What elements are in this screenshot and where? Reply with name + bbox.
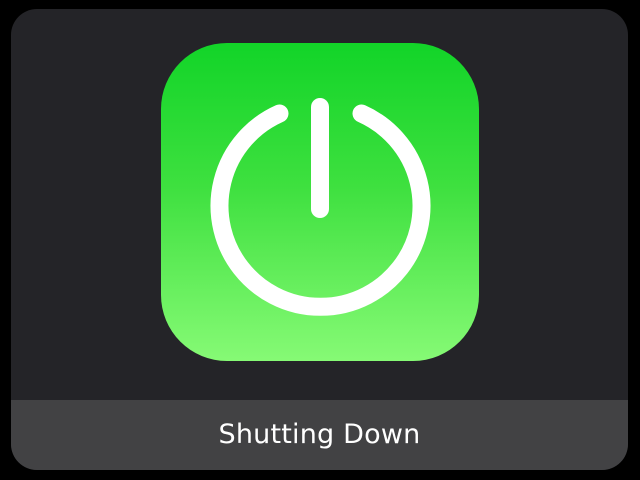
status-bar: Shutting Down <box>11 400 628 470</box>
shutdown-app-tile <box>161 43 479 361</box>
status-label: Shutting Down <box>218 419 421 450</box>
power-icon <box>210 98 431 316</box>
shutdown-dialog: Shutting Down <box>11 9 628 470</box>
